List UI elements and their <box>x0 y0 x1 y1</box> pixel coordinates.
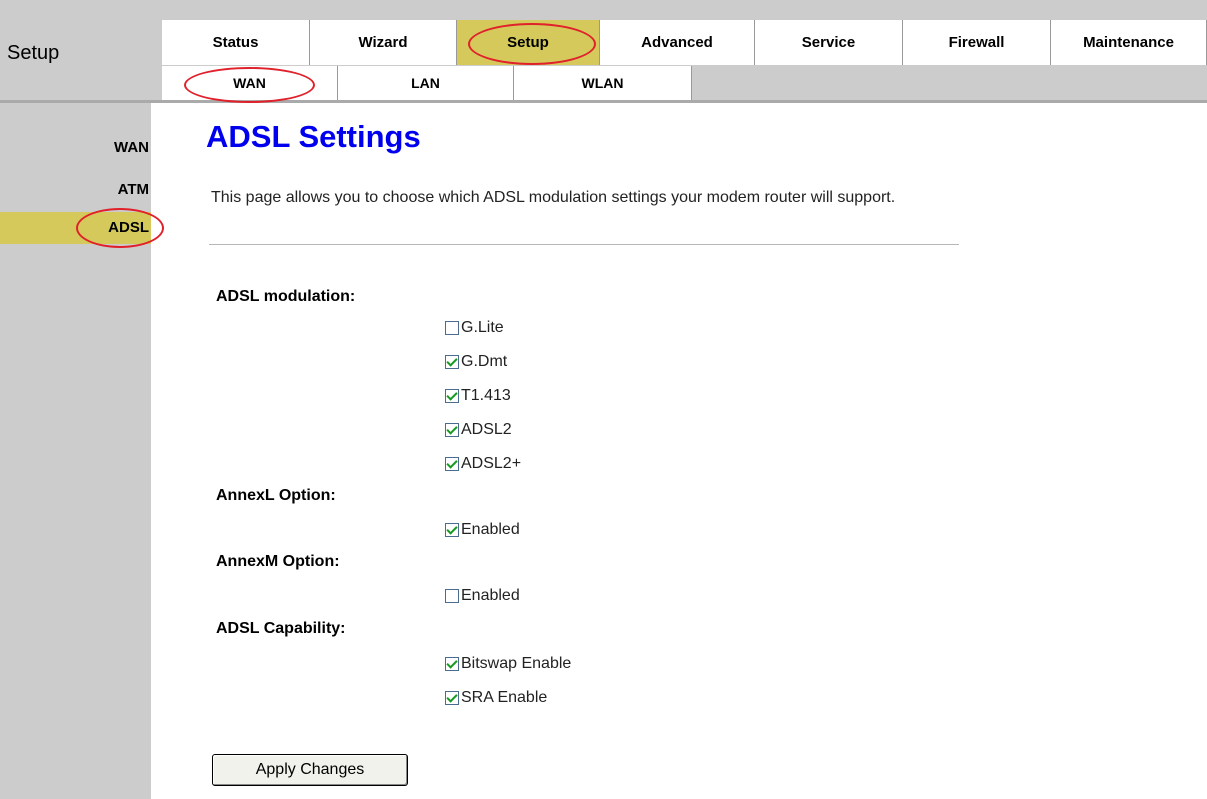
adsl2-label: ADSL2 <box>461 421 512 438</box>
option-annexl: Enabled <box>445 521 520 539</box>
adsl2plus-label: ADSL2+ <box>461 455 522 472</box>
sidebar-item-adsl[interactable]: ADSL <box>0 212 151 244</box>
gdmt-label: G.Dmt <box>461 353 508 370</box>
apply-changes-button[interactable]: Apply Changes <box>212 754 408 786</box>
glite-checkbox[interactable] <box>445 321 459 335</box>
adsl2plus-checkbox[interactable] <box>445 457 459 471</box>
option-glite: G.Lite <box>445 319 504 337</box>
tab-setup[interactable]: Setup <box>457 20 600 65</box>
modulation-label: ADSL modulation: <box>216 288 356 305</box>
sra-label: SRA Enable <box>461 689 548 706</box>
tab-firewall[interactable]: Firewall <box>903 20 1051 65</box>
tab-maintenance[interactable]: Maintenance <box>1051 20 1207 65</box>
top-nav: Status Wizard Setup Advanced Service Fir… <box>162 20 1207 65</box>
page-title: ADSL Settings <box>206 119 421 154</box>
tab-service[interactable]: Service <box>755 20 903 65</box>
gdmt-checkbox[interactable] <box>445 355 459 369</box>
bitswap-checkbox[interactable] <box>445 657 459 671</box>
t1413-label: T1.413 <box>461 387 511 404</box>
page-description: This page allows you to choose which ADS… <box>211 189 896 206</box>
divider <box>209 244 959 245</box>
option-adsl2plus: ADSL2+ <box>445 455 521 473</box>
capability-label: ADSL Capability: <box>216 620 346 637</box>
sidebar-item-atm[interactable]: ATM <box>0 181 151 198</box>
bitswap-label: Bitswap Enable <box>461 655 572 672</box>
adsl2-checkbox[interactable] <box>445 423 459 437</box>
tab-status[interactable]: Status <box>162 20 310 65</box>
t1413-checkbox[interactable] <box>445 389 459 403</box>
subtab-wan[interactable]: WAN <box>162 66 338 100</box>
option-bitswap: Bitswap Enable <box>445 655 571 673</box>
tab-wizard[interactable]: Wizard <box>310 20 457 65</box>
sidebar: WAN ATM ADSL <box>0 103 151 799</box>
option-adsl2: ADSL2 <box>445 421 512 439</box>
sub-nav: WAN LAN WLAN <box>162 66 692 100</box>
section-title: Setup <box>7 42 60 64</box>
subtab-wlan[interactable]: WLAN <box>514 66 692 100</box>
annexm-option-label: Enabled <box>461 587 520 604</box>
option-sra: SRA Enable <box>445 689 547 707</box>
annexm-label: AnnexM Option: <box>216 553 340 570</box>
tab-advanced[interactable]: Advanced <box>600 20 755 65</box>
glite-label: G.Lite <box>461 319 504 336</box>
option-gdmt: G.Dmt <box>445 353 507 371</box>
option-t1413: T1.413 <box>445 387 511 405</box>
subtab-lan[interactable]: LAN <box>338 66 514 100</box>
header-bar: Setup Status Wizard Setup Advanced Servi… <box>0 0 1207 100</box>
option-annexm: Enabled <box>445 587 520 605</box>
annexm-checkbox[interactable] <box>445 589 459 603</box>
annexl-option-label: Enabled <box>461 521 520 538</box>
annexl-label: AnnexL Option: <box>216 487 336 504</box>
annexl-checkbox[interactable] <box>445 523 459 537</box>
sidebar-item-wan[interactable]: WAN <box>0 139 151 156</box>
main-content: ADSL Settings This page allows you to ch… <box>151 103 1207 799</box>
sra-checkbox[interactable] <box>445 691 459 705</box>
